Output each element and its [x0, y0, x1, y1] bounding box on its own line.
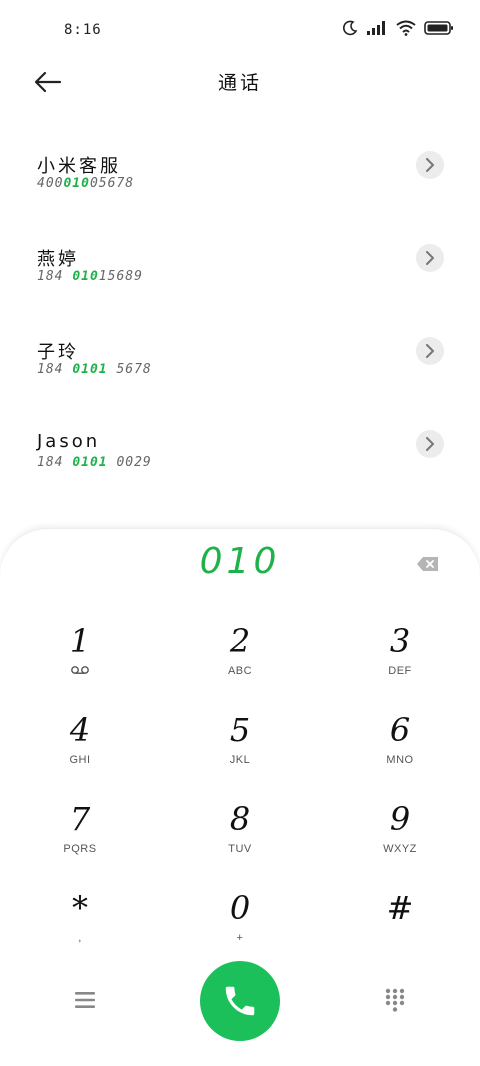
key-letters: DEF [388, 665, 412, 677]
number-match-highlight: 0101 [72, 455, 108, 470]
number-match-highlight: 0101 [72, 362, 108, 377]
key-4[interactable]: 4 GHI [10, 710, 150, 790]
contact-list: 小米客服 40001005678 燕婷 184 01015689 子玲 184 … [0, 120, 480, 492]
backspace-icon [417, 557, 438, 571]
dialer-bottom-bar [0, 961, 480, 1043]
hide-keypad-button[interactable] [384, 987, 406, 1013]
dialpad-icon [385, 988, 405, 1012]
chevron-right-icon [426, 251, 434, 265]
key-star[interactable]: * , [10, 888, 150, 968]
key-digit: 5 [229, 711, 251, 749]
key-letters: GHI [69, 754, 91, 766]
key-hash[interactable]: # [330, 888, 470, 968]
number-match-highlight: 010 [72, 269, 99, 284]
key-digit: 4 [69, 711, 91, 749]
key-letters: + [236, 932, 244, 944]
header: 通话 [0, 60, 480, 104]
contact-number: 184 0101 0029 [37, 455, 152, 470]
call-button[interactable] [200, 961, 280, 1041]
key-digit: 6 [389, 711, 411, 749]
contact-number: 40001005678 [37, 176, 135, 191]
menu-icon [75, 992, 95, 1008]
contact-name: Jason [37, 431, 101, 452]
status-time: 8:16 [64, 22, 102, 38]
key-digit: 2 [229, 622, 251, 660]
contact-detail-button[interactable] [416, 337, 444, 365]
key-0[interactable]: 0 + [170, 888, 310, 968]
contact-row[interactable]: 子玲 184 0101 5678 [0, 306, 480, 399]
key-letters: JKL [229, 754, 251, 766]
status-icons [342, 20, 454, 36]
contact-row[interactable]: 小米客服 40001005678 [0, 120, 480, 213]
key-2[interactable]: 2 ABC [170, 621, 310, 701]
contact-row[interactable]: Jason 184 0101 0029 [0, 399, 480, 492]
contact-detail-button[interactable] [416, 151, 444, 179]
contact-number: 184 01015689 [37, 269, 143, 284]
key-digit: 1 [69, 622, 91, 660]
battery-icon [424, 21, 453, 35]
contact-name: 小米客服 [37, 156, 121, 177]
chevron-right-icon [426, 344, 434, 358]
key-5[interactable]: 5 JKL [170, 710, 310, 790]
number-match-highlight: 010 [63, 176, 90, 191]
contact-name: 燕婷 [37, 249, 79, 270]
voicemail-icon [71, 666, 89, 674]
menu-button[interactable] [72, 989, 98, 1011]
key-digit: 3 [389, 622, 411, 660]
key-digit: 7 [69, 800, 91, 838]
key-digit: 0 [229, 889, 251, 927]
key-8[interactable]: 8 TUV [170, 799, 310, 879]
key-1[interactable]: 1 [10, 621, 150, 701]
key-letters: MNO [386, 754, 414, 766]
backspace-button[interactable] [416, 555, 440, 573]
key-7[interactable]: 7 PQRS [10, 799, 150, 879]
signal-icon [367, 21, 385, 35]
key-letters: PQRS [63, 843, 97, 855]
contact-number: 184 0101 5678 [37, 362, 152, 377]
key-letters: WXYZ [383, 843, 417, 855]
page-title: 通话 [217, 72, 262, 94]
wifi-icon [396, 20, 416, 36]
key-letters: ABC [227, 665, 253, 677]
phone-icon [225, 986, 255, 1016]
key-6[interactable]: 6 MNO [330, 710, 470, 790]
key-letters: TUV [228, 843, 252, 855]
key-9[interactable]: 9 WXYZ [330, 799, 470, 879]
dialer-panel: 010 1 2 ABC 3 DEF 4 GHI 5 JKL 6 MNO 7 PQ… [0, 528, 480, 1066]
contact-detail-button[interactable] [416, 244, 444, 272]
contact-detail-button[interactable] [416, 430, 444, 458]
status-bar: 8:16 [0, 0, 480, 62]
key-digit: 9 [389, 800, 411, 838]
key-digit: * [72, 889, 88, 927]
key-letters: , [78, 932, 82, 944]
chevron-right-icon [426, 158, 434, 172]
key-3[interactable]: 3 DEF [330, 621, 470, 701]
contact-row[interactable]: 燕婷 184 01015689 [0, 213, 480, 306]
chevron-right-icon [426, 437, 434, 451]
key-letters [10, 665, 150, 678]
dialed-number-display[interactable]: 010 [0, 541, 480, 582]
key-digit: # [386, 889, 414, 927]
key-digit: 8 [229, 800, 251, 838]
contact-name: 子玲 [37, 342, 79, 363]
moon-icon [343, 20, 358, 36]
